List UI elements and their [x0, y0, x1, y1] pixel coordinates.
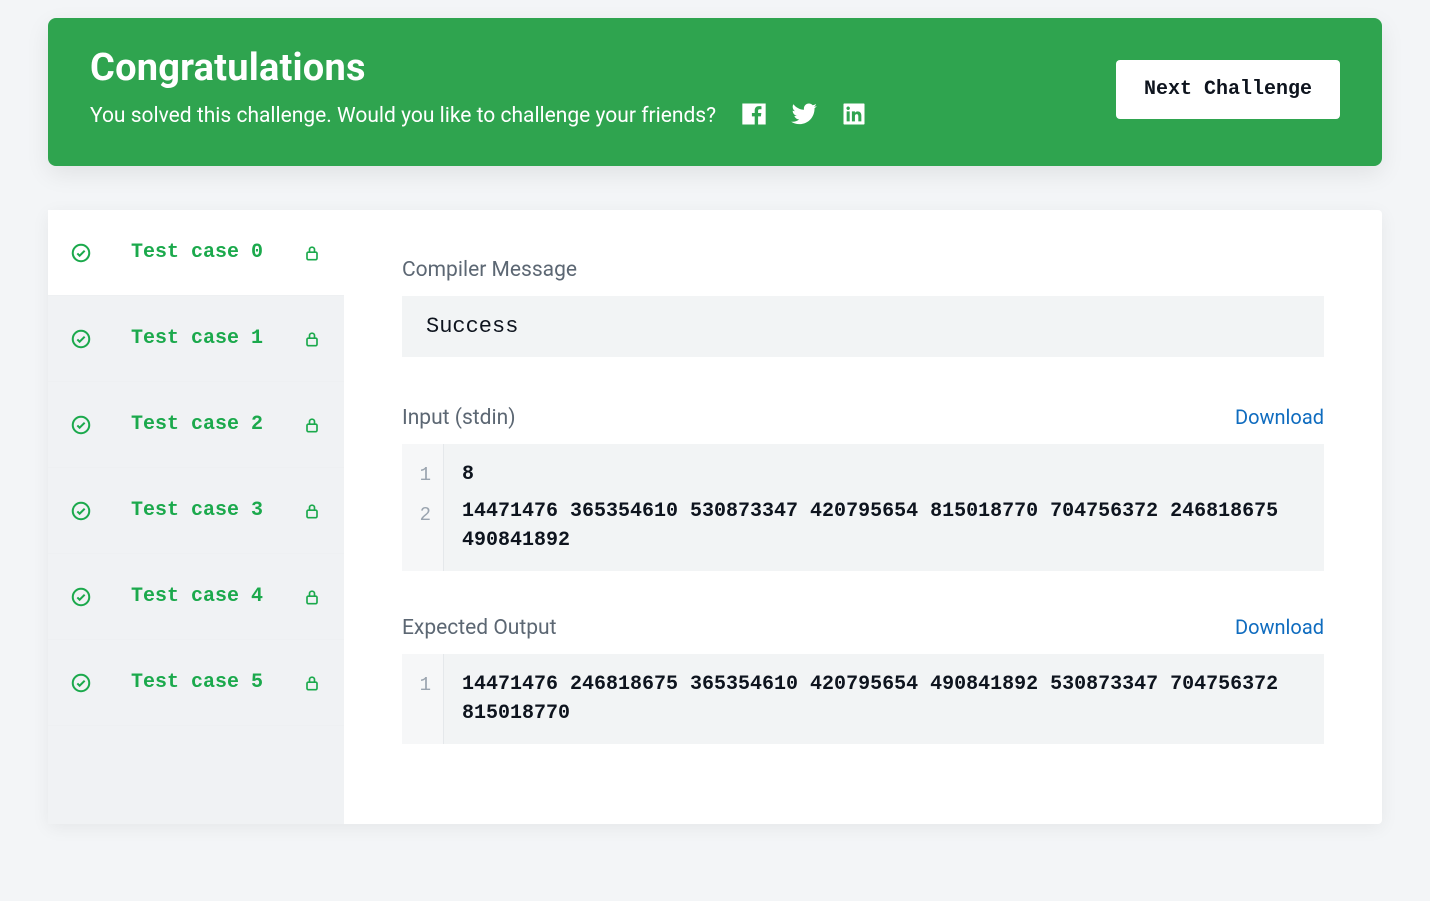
testcase-label: Test case 4 — [106, 584, 288, 609]
lock-icon — [302, 501, 322, 521]
code-line: 14471476 246818675 365354610 420795654 4… — [462, 666, 1306, 732]
line-number: 1 — [402, 666, 443, 706]
twitter-icon[interactable] — [790, 100, 818, 132]
banner-subtitle: You solved this challenge. Would you lik… — [90, 104, 716, 128]
line-number: 2 — [402, 496, 443, 536]
testcase-item-0[interactable]: Test case 0 — [48, 210, 344, 296]
lock-icon — [302, 329, 322, 349]
check-icon — [70, 414, 92, 436]
testcase-detail[interactable]: Compiler Message Success Input (stdin) D… — [344, 210, 1382, 824]
download-output-link[interactable]: Download — [1235, 615, 1324, 639]
output-code-block: 1 14471476 246818675 365354610 420795654… — [402, 654, 1324, 744]
check-icon — [70, 328, 92, 350]
testcase-label: Test case 3 — [106, 498, 288, 523]
lock-icon — [302, 415, 322, 435]
linkedin-icon[interactable] — [840, 100, 868, 132]
banner-title: Congratulations — [90, 46, 868, 90]
testcase-sidebar[interactable]: Test case 0 Test case 1 Test case 2 Test ca… — [48, 210, 344, 824]
compiler-message-label: Compiler Message — [402, 258, 1324, 282]
testcase-label: Test case 5 — [106, 670, 288, 695]
lock-icon — [302, 587, 322, 607]
input-code-block: 12 814471476 365354610 530873347 4207956… — [402, 444, 1324, 571]
testcase-item-2[interactable]: Test case 2 — [48, 382, 344, 468]
testcase-label: Test case 1 — [106, 326, 288, 351]
success-banner: Congratulations You solved this challeng… — [48, 18, 1382, 166]
check-icon — [70, 672, 92, 694]
next-challenge-button[interactable]: Next Challenge — [1116, 60, 1340, 119]
results-panel: Test case 0 Test case 1 Test case 2 Test ca… — [48, 210, 1382, 824]
check-icon — [70, 586, 92, 608]
check-icon — [70, 242, 92, 264]
check-icon — [70, 500, 92, 522]
input-label: Input (stdin) — [402, 406, 516, 430]
testcase-label: Test case 2 — [106, 412, 288, 437]
facebook-icon[interactable] — [740, 100, 768, 132]
expected-output-label: Expected Output — [402, 616, 556, 640]
line-number: 1 — [402, 456, 443, 496]
testcase-item-4[interactable]: Test case 4 — [48, 554, 344, 640]
code-line: 14471476 365354610 530873347 420795654 8… — [462, 493, 1306, 559]
testcase-item-3[interactable]: Test case 3 — [48, 468, 344, 554]
testcase-item-5[interactable]: Test case 5 — [48, 640, 344, 726]
compiler-message-value: Success — [402, 296, 1324, 357]
testcase-label: Test case 0 — [106, 240, 288, 265]
code-line: 8 — [462, 456, 1306, 493]
lock-icon — [302, 243, 322, 263]
testcase-item-1[interactable]: Test case 1 — [48, 296, 344, 382]
download-input-link[interactable]: Download — [1235, 405, 1324, 429]
lock-icon — [302, 673, 322, 693]
